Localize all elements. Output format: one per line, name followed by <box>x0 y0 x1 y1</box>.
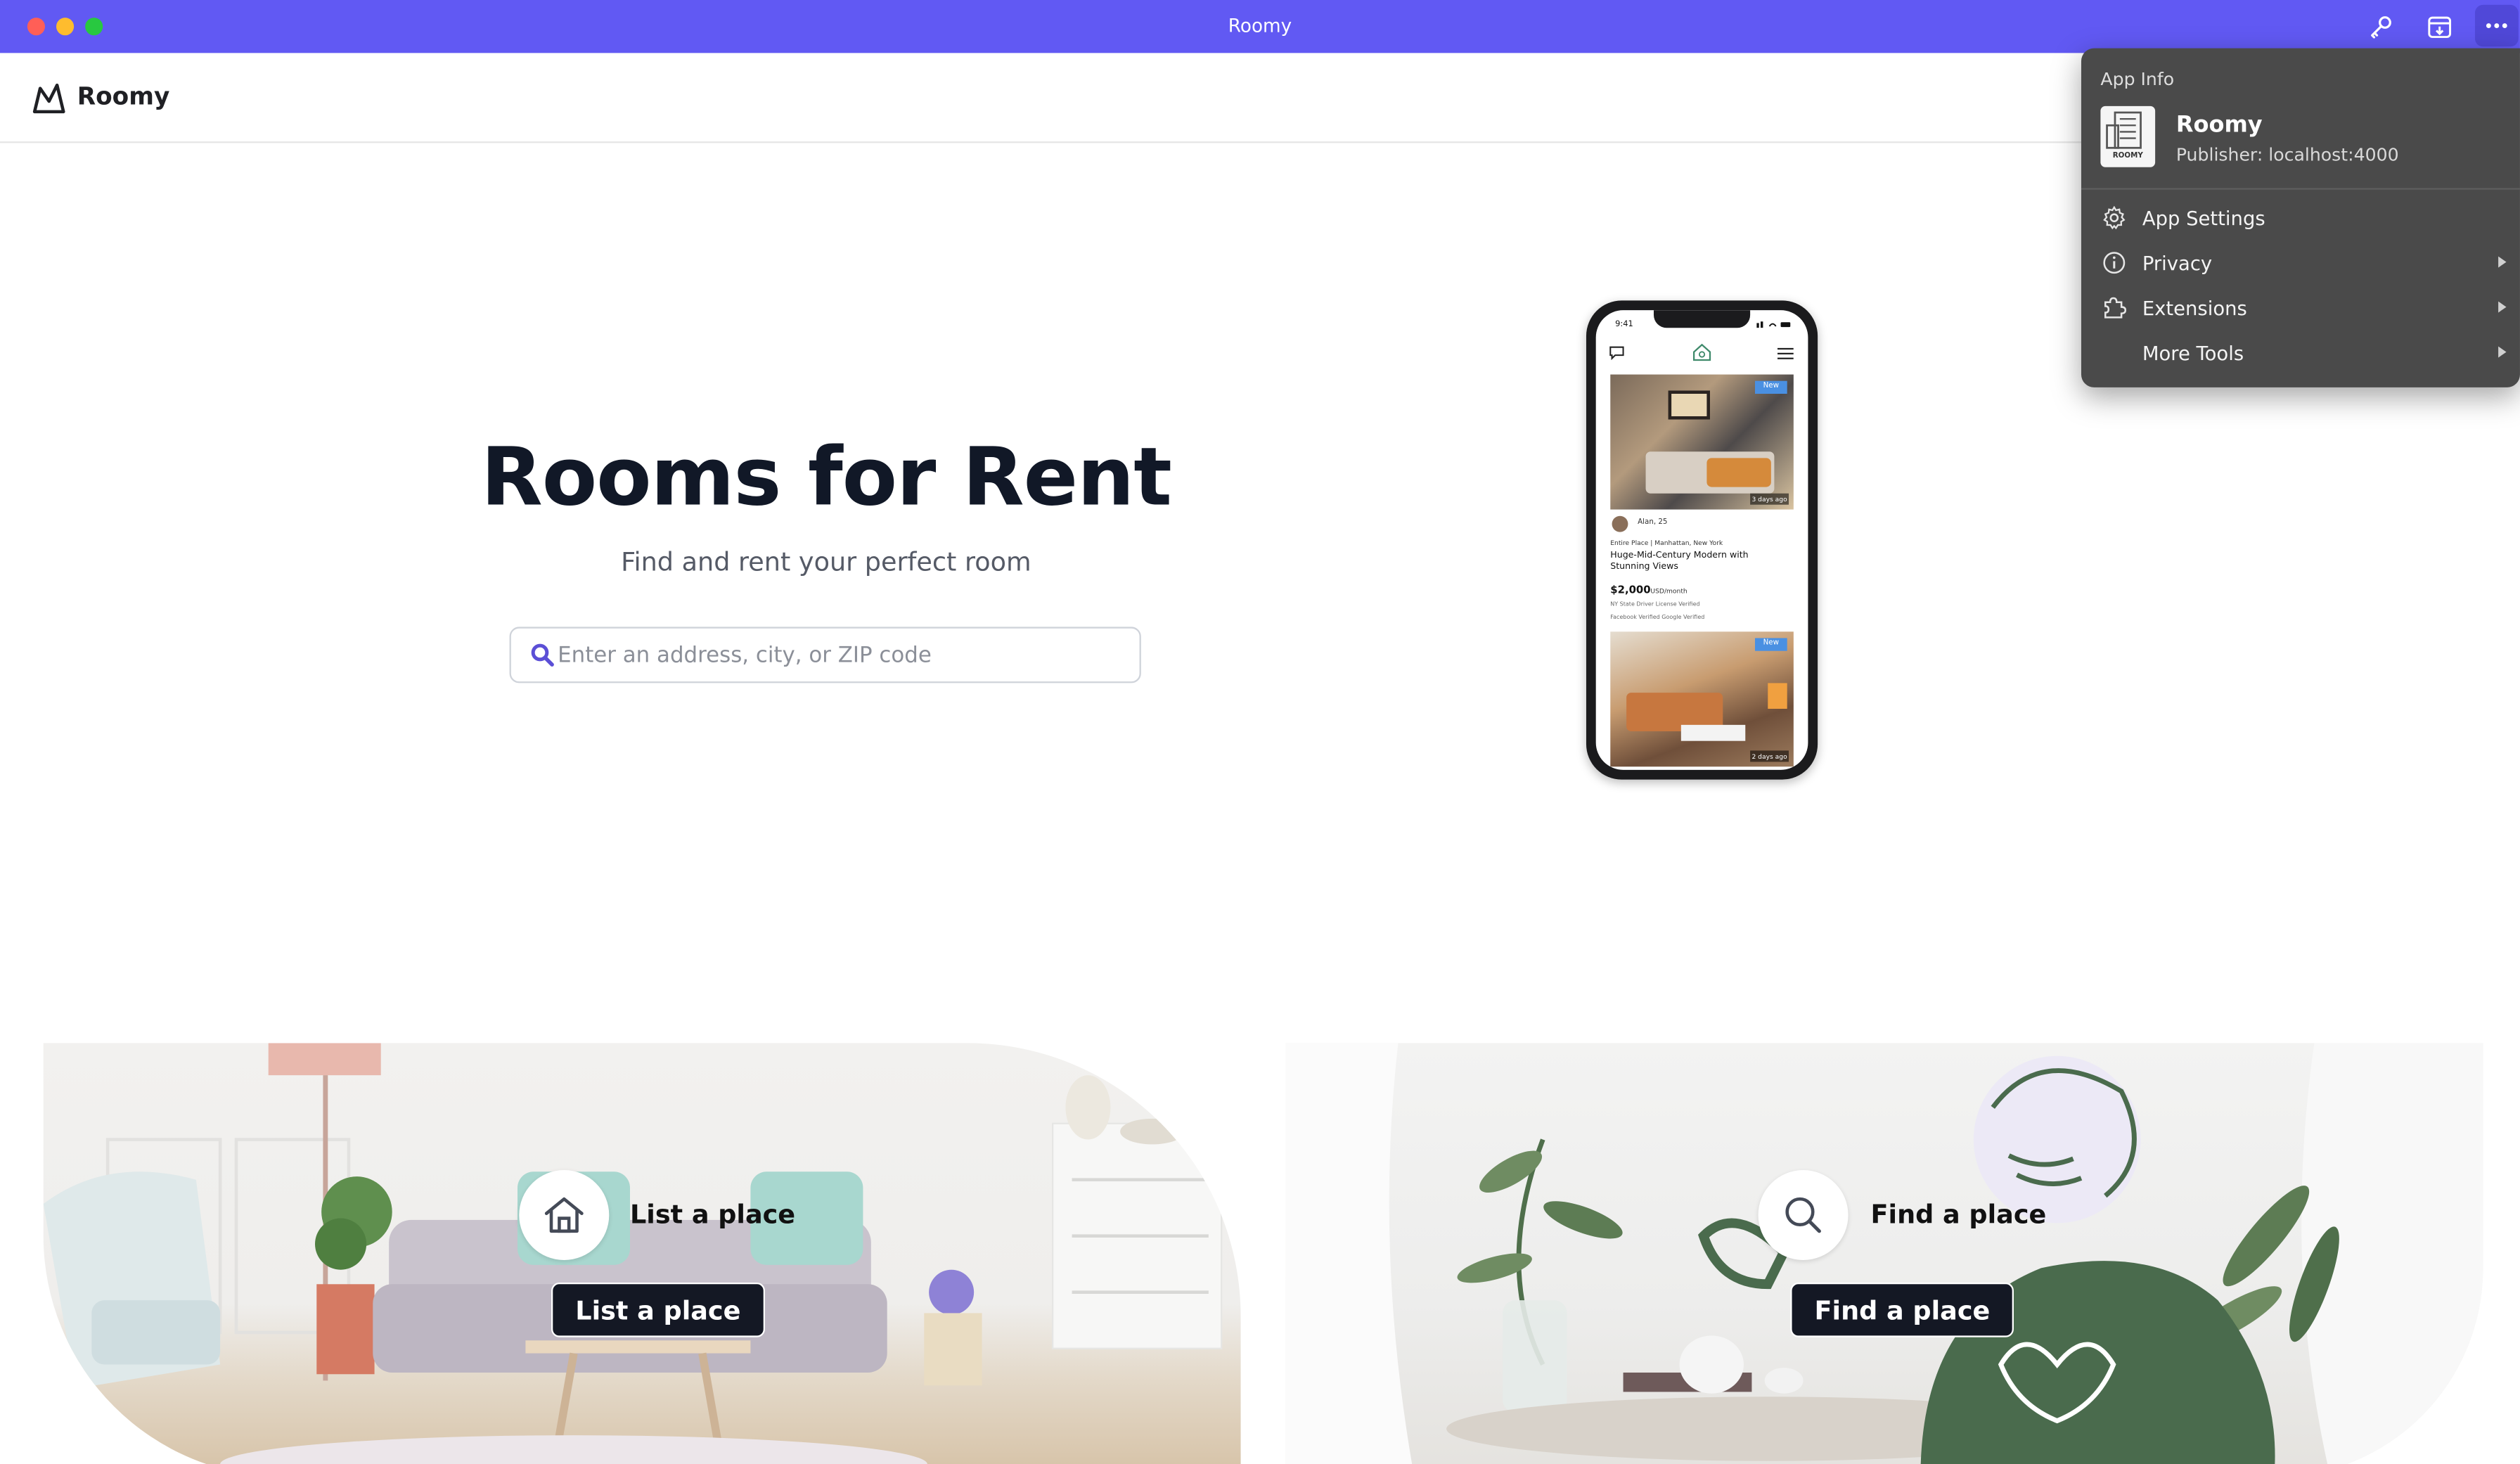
hero-title: Rooms for Rent <box>480 430 1172 525</box>
find-place-card[interactable]: Find a place Find a place <box>1285 1043 2483 1464</box>
chat-icon <box>1609 346 1624 360</box>
search-icon <box>1785 1197 1821 1233</box>
app-icon: ROOMY <box>2100 105 2156 167</box>
menu-item-label: Extensions <box>2142 297 2247 320</box>
days-ago-badge: 3 days ago <box>1750 493 1789 505</box>
search-icon <box>531 643 554 667</box>
menu-item-label: More Tools <box>2142 342 2244 365</box>
install-app-icon[interactable] <box>2425 13 2454 41</box>
phone-time: 9:41 <box>1615 319 1633 330</box>
mountain-logo-icon[interactable] <box>32 82 66 115</box>
menu-heading: App Info <box>2100 69 2175 90</box>
living-room-illustration <box>43 1043 1223 1464</box>
menu-item-privacy[interactable]: Privacy <box>2081 243 2520 284</box>
house-icon <box>544 1197 584 1233</box>
info-icon <box>2103 252 2126 274</box>
new-badge: New <box>1754 380 1787 394</box>
new-badge: New <box>1754 638 1787 651</box>
verification-text: NY State Driver License Verified <box>1610 601 1700 608</box>
home-logo-icon <box>1692 343 1711 361</box>
title-bar: Roomy <box>0 0 2520 53</box>
ellipsis-icon <box>2486 23 2507 28</box>
menu-item-more-tools[interactable]: More Tools <box>2081 333 2520 374</box>
gear-icon <box>2103 205 2126 230</box>
verification-text: Facebook Verified Google Verified <box>1610 614 1705 621</box>
search-box[interactable] <box>509 627 1141 683</box>
submenu-arrow-icon <box>2498 346 2507 358</box>
key-icon[interactable] <box>2366 13 2395 41</box>
listing-type: Entire Place | Manhattan, New York <box>1610 538 1723 547</box>
status-icons <box>1756 321 1791 328</box>
menu-item-app-settings[interactable]: App Settings <box>2081 198 2520 239</box>
hero-subtitle: Find and rent your perfect room <box>621 546 1031 577</box>
submenu-arrow-icon <box>2498 301 2507 313</box>
menu-divider <box>2081 188 2520 190</box>
list-place-card[interactable]: List a place List a place <box>43 1043 1241 1464</box>
listing-photo <box>1610 374 1794 510</box>
app-icon-label: ROOMY <box>2112 153 2143 161</box>
puzzle-icon <box>2104 297 2126 319</box>
menu-publisher: Publisher: localhost:4000 <box>2175 144 2399 166</box>
menu-item-label: Privacy <box>2142 252 2213 275</box>
phone-mockup: 9:41 New 3 days ago Alan, 25 Entire Plac… <box>1586 300 1818 780</box>
brand-name[interactable]: Roomy <box>77 82 170 111</box>
avatar <box>1612 515 1628 532</box>
listing-photo <box>1610 631 1794 767</box>
submenu-arrow-icon <box>2498 256 2507 268</box>
find-place-button[interactable]: Find a place <box>1790 1282 2014 1337</box>
search-icon-circle <box>1758 1169 1849 1260</box>
find-place-heading: Find a place <box>1870 1199 2047 1230</box>
menu-item-label: App Settings <box>2142 207 2265 230</box>
list-place-heading: List a place <box>629 1199 796 1230</box>
search-input[interactable] <box>554 634 1125 677</box>
listing-user: Alan, 25 <box>1638 519 1668 527</box>
days-ago-badge: 2 days ago <box>1750 750 1789 762</box>
phone-notch <box>1653 310 1751 328</box>
menu-item-extensions[interactable]: Extensions <box>2081 288 2520 329</box>
hamburger-menu-icon <box>1777 347 1794 359</box>
window-title: Roomy <box>1228 14 1292 37</box>
app-window: Roomy Roomy Rooms for Rent Find and rent… <box>0 0 2520 1464</box>
more-options-button[interactable] <box>2474 4 2519 47</box>
listing-price: $2,000 <box>1610 583 1651 596</box>
listing-price-unit: USD/month <box>1650 586 1688 595</box>
menu-app-name: Roomy <box>2175 112 2263 139</box>
app-info-menu: App Info ROOMY Roomy Publisher: localhos… <box>2081 48 2520 387</box>
list-place-button[interactable]: List a place <box>551 1282 765 1337</box>
phone-screen: 9:41 New 3 days ago Alan, 25 Entire Plac… <box>1595 310 1808 770</box>
house-icon-circle <box>519 1169 610 1260</box>
building-icon <box>2106 111 2142 149</box>
listing-title: Huge-Mid-Century Modern with Stunning Vi… <box>1610 551 1749 572</box>
find-place-illustration <box>1285 1043 2483 1464</box>
